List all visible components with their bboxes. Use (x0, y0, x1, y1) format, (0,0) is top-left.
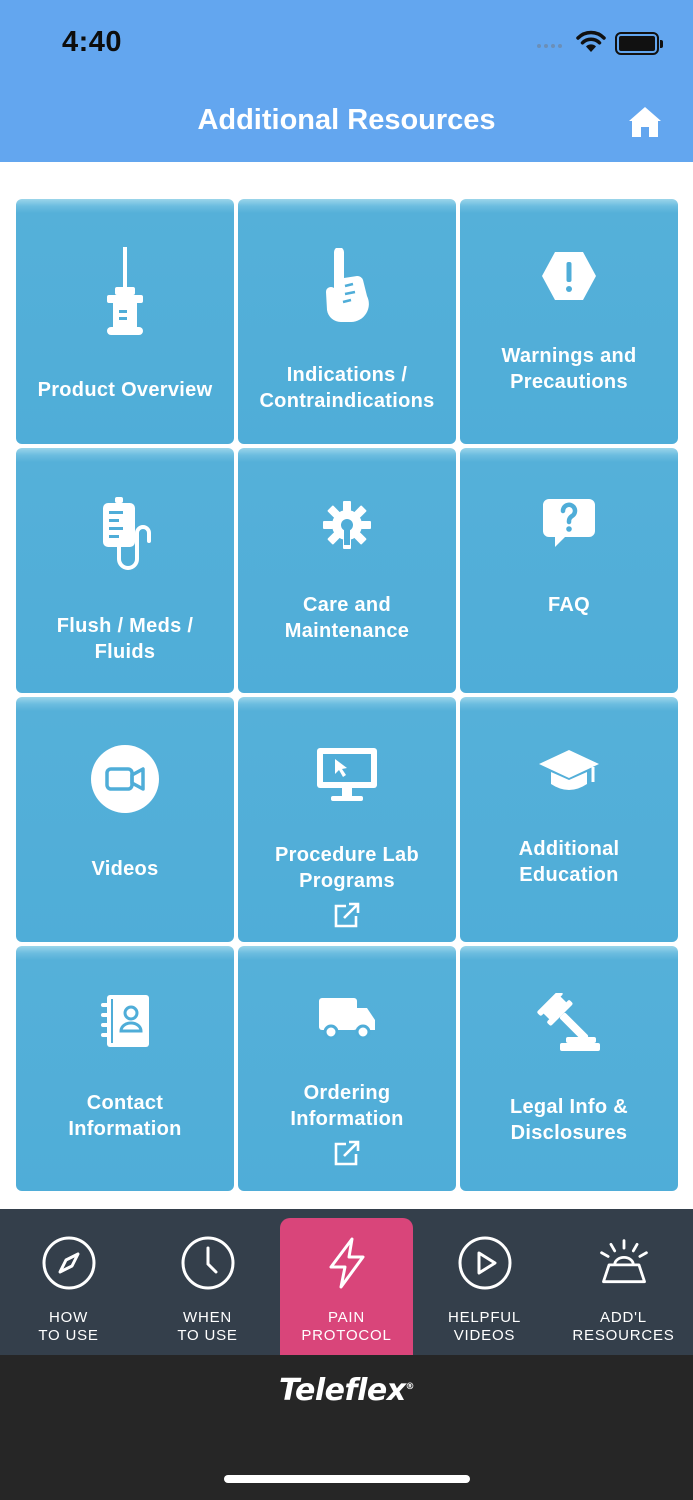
gavel-icon (460, 946, 678, 1053)
tile-label: Product Overview (37, 379, 213, 401)
tile-label: Indications / Contraindications (259, 364, 435, 412)
tile-label: Contact Information (68, 1092, 182, 1140)
tile-legal-info[interactable]: Legal Info & Disclosures (460, 946, 678, 1191)
tile-label: Ordering Information (290, 1082, 404, 1130)
tab-label: PAIN PROTOCOL (301, 1309, 392, 1344)
question-bubble-icon (460, 448, 678, 551)
app-header: 4:40 Additional Resources (0, 0, 693, 162)
brand-logo: Teleflex® (278, 1373, 415, 1408)
home-icon[interactable] (627, 104, 663, 140)
address-book-icon (16, 946, 234, 1049)
bottom-tab-bar: HOW TO USE WHEN TO USE PAIN PROTOCOL HEL… (0, 1209, 693, 1355)
tile-faq[interactable]: FAQ (460, 448, 678, 693)
play-icon (457, 1235, 513, 1291)
tab-label: ADD'L RESOURCES (572, 1309, 675, 1344)
page-title: Additional Resources (197, 104, 496, 136)
wifi-icon (576, 30, 606, 52)
tile-contact-information[interactable]: Contact Information (16, 946, 234, 1191)
delivery-truck-icon (238, 946, 456, 1042)
brand-name: Teleflex (278, 1373, 406, 1408)
external-link-icon (334, 902, 360, 928)
tile-label: Flush / Meds / Fluids (56, 615, 194, 663)
iv-bag-icon (16, 448, 234, 571)
tab-label: HOW TO USE (38, 1309, 99, 1344)
tile-label: Warnings and Precautions (501, 345, 637, 393)
lightning-icon (319, 1235, 375, 1291)
video-camera-icon (16, 697, 234, 813)
resource-grid: Product Overview Indications / Contraind… (16, 199, 678, 1191)
tile-procedure-lab[interactable]: Procedure Lab Programs (238, 697, 456, 942)
tile-label: Legal Info & Disclosures (509, 1096, 629, 1144)
tab-label: WHEN TO USE (177, 1309, 238, 1344)
tab-label: HELPFUL VIDEOS (447, 1309, 522, 1344)
monitor-cursor-icon (238, 697, 456, 804)
clock-icon (180, 1235, 236, 1291)
pointing-hand-icon (238, 199, 456, 324)
home-indicator[interactable] (224, 1475, 470, 1483)
tile-warnings[interactable]: Warnings and Precautions (460, 199, 678, 444)
wrench-gear-icon (238, 448, 456, 551)
status-time: 4:40 (62, 26, 123, 58)
warning-hexagon-icon (460, 199, 678, 302)
tile-videos[interactable]: Videos (16, 697, 234, 942)
tab-how-to-use[interactable]: HOW TO USE (2, 1209, 135, 1355)
tile-ordering-information[interactable]: Ordering Information (238, 946, 456, 1191)
tile-label: Procedure Lab Programs (275, 844, 419, 892)
tile-flush-meds[interactable]: Flush / Meds / Fluids (16, 448, 234, 693)
external-link-icon (334, 1140, 360, 1166)
tile-care-maintenance[interactable]: Care and Maintenance (238, 448, 456, 693)
footer: Teleflex® (0, 1355, 693, 1500)
tab-helpful-videos[interactable]: HELPFUL VIDEOS (418, 1209, 551, 1355)
tab-when-to-use[interactable]: WHEN TO USE (141, 1209, 274, 1355)
tab-pain-protocol[interactable]: PAIN PROTOCOL (280, 1218, 413, 1355)
tile-product-overview[interactable]: Product Overview (16, 199, 234, 444)
compass-icon (41, 1235, 97, 1291)
battery-icon (615, 32, 663, 55)
tile-label: Care and Maintenance (284, 594, 410, 642)
tile-label: Videos (91, 858, 159, 880)
cellular-signal-icon (537, 44, 562, 48)
tile-additional-education[interactable]: Additional Education (460, 697, 678, 942)
catheter-icon (16, 199, 234, 339)
tile-indications[interactable]: Indications / Contraindications (238, 199, 456, 444)
siren-icon (596, 1235, 652, 1291)
tile-label: Additional Education (518, 838, 620, 886)
graduation-cap-icon (460, 697, 678, 796)
tab-additional-resources[interactable]: ADD'L RESOURCES (557, 1209, 690, 1355)
tile-label: FAQ (547, 594, 590, 616)
